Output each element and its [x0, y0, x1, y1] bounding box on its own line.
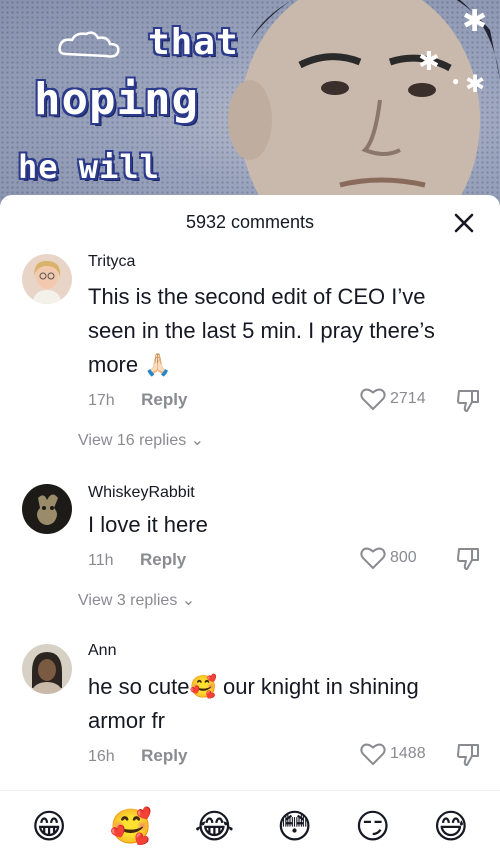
heart-outline-icon [360, 547, 386, 570]
view-replies-label: View 3 replies [78, 592, 178, 609]
comment-meta: 17h Reply [88, 390, 187, 410]
sparkle-icon: ✱ [462, 5, 488, 38]
like-button[interactable]: 800 [360, 546, 417, 570]
comment-username[interactable]: WhiskeyRabbit [88, 484, 195, 502]
emoji-grinning-button[interactable]: 😁 [31, 807, 66, 847]
sparkle-icon: ✱ [418, 46, 440, 76]
view-replies-label: View 16 replies [78, 432, 187, 449]
comment-text: I love it here [88, 512, 208, 537]
chevron-down-icon: ⌄ [190, 432, 205, 449]
thumbs-down-icon[interactable] [456, 546, 482, 572]
comment-time: 17h [88, 392, 115, 409]
like-button[interactable]: 1488 [360, 742, 426, 766]
comment-time: 11h [88, 552, 114, 569]
view-replies-button[interactable]: View 16 replies ⌄ [78, 430, 204, 450]
comment-username[interactable]: Trityca [88, 253, 135, 271]
reply-button[interactable]: Reply [140, 550, 186, 569]
chevron-down-icon: ⌄ [181, 592, 196, 609]
emoji-smirk-button[interactable]: 😏 [355, 807, 390, 847]
comment-text: This is the second edit of CEO I’ve seen… [88, 284, 435, 377]
emoji-quick-bar: 😁 🥰 😂 😳 😏 😅 [0, 790, 500, 863]
comments-header: 5932 comments [0, 195, 500, 253]
comment-time: 16h [88, 748, 115, 765]
reply-button[interactable]: Reply [141, 746, 187, 765]
heart-outline-icon [360, 388, 386, 411]
like-button[interactable]: 2714 [360, 387, 426, 411]
video-caption-line2: hoping [34, 74, 199, 125]
thumbs-down-icon[interactable] [456, 388, 482, 414]
emoji-sweat-smile-button[interactable]: 😅 [433, 807, 468, 847]
heart-outline-icon [360, 743, 386, 766]
like-count: 2714 [390, 390, 426, 407]
sparkle-icon: ✱ [465, 71, 486, 98]
view-replies-button[interactable]: View 3 replies ⌄ [78, 590, 195, 610]
emoji-flushed-button[interactable]: 😳 [277, 807, 312, 847]
like-count: 1488 [390, 745, 426, 762]
video-background[interactable]: that hoping he will ✱ ✱ ✱ ● [0, 0, 500, 215]
comment-count: 5932 comments [185, 212, 315, 232]
avatar[interactable] [22, 254, 72, 304]
reply-button[interactable]: Reply [141, 390, 187, 409]
comment-meta: 16h Reply [88, 746, 187, 766]
emoji-tears-of-joy-button[interactable]: 😂 [194, 807, 234, 847]
close-icon[interactable] [450, 209, 478, 237]
video-caption-line1: that [148, 22, 239, 63]
like-count: 800 [390, 549, 417, 566]
avatar[interactable] [22, 644, 72, 694]
cloud-sticker-icon [58, 31, 120, 58]
comment-username[interactable]: Ann [88, 642, 116, 660]
emoji-hearts-button[interactable]: 🥰 [109, 807, 151, 847]
comment-text: he so cute🥰 our knight in shining armor … [88, 674, 419, 733]
dot-icon: ● [452, 74, 460, 88]
avatar[interactable] [22, 484, 72, 534]
thumbs-down-icon[interactable] [456, 742, 482, 768]
comment-meta: 11h Reply [88, 550, 186, 570]
video-caption-line3: he will [18, 148, 160, 186]
